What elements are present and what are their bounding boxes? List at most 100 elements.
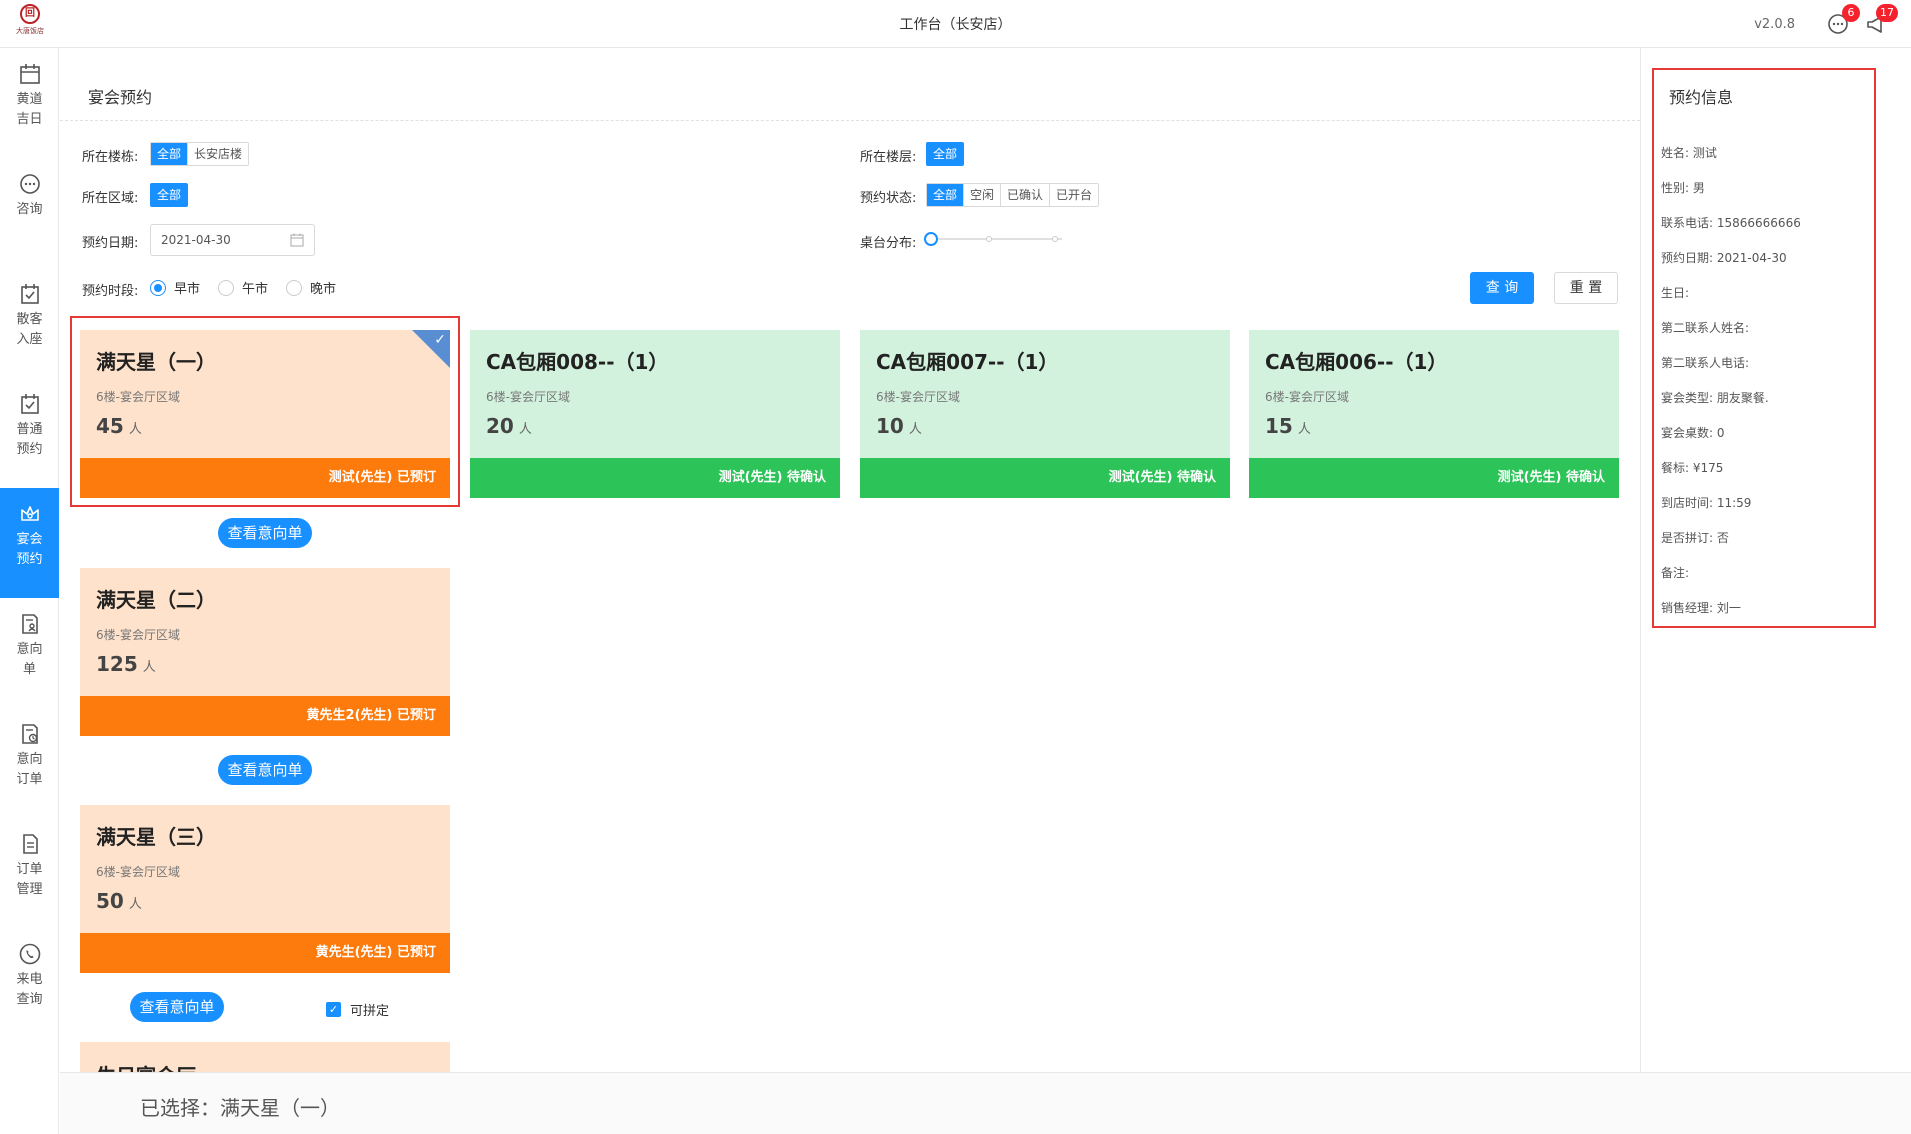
status-option-confirmed[interactable]: 已确认 (1001, 184, 1051, 206)
room-capacity: 125 人 (96, 652, 156, 676)
room-area: 6楼-宴会厅区域 (96, 628, 180, 642)
room-card-body: CA包厢008--（1） 6楼-宴会厅区域 20 人 (470, 330, 840, 458)
building-filter: 全部 长安店楼 (150, 142, 250, 166)
room-card-ca006[interactable]: CA包厢006--（1） 6楼-宴会厅区域 15 人 测试(先生) 待确认 (1249, 330, 1619, 498)
status-option-free[interactable]: 空闲 (964, 184, 1002, 206)
info-arrival-time: 到店时间: 11:59 (1661, 496, 1752, 510)
nav-item-consult[interactable]: 咨询 (0, 158, 59, 268)
status-option-all[interactable]: 全部 (927, 184, 965, 206)
room-card-body: CA包厢007--（1） 6楼-宴会厅区域 10 人 (860, 330, 1230, 458)
reset-button[interactable]: 重 置 (1554, 272, 1618, 304)
message-button[interactable]: 6 (1826, 4, 1860, 36)
top-bar: 回 大唐饭店 工作台（长安店） v2.0.8 6 17 (0, 0, 1911, 48)
area-filter-label: 所在区域: (82, 191, 139, 206)
calendar-icon (19, 64, 40, 84)
info-phone: 联系电话: 15866666666 (1661, 216, 1801, 230)
message-badge: 6 (1842, 4, 1860, 22)
radio-circle (286, 279, 302, 296)
area-option-all[interactable]: 全部 (151, 184, 188, 206)
chat-icon (19, 174, 40, 194)
room-status: 测试(先生) 待确认 (1249, 458, 1619, 498)
view-intent-button[interactable]: 查看意向单 (218, 755, 312, 785)
combinable-label: 可拼定 (350, 1004, 390, 1019)
crown-icon (20, 506, 39, 521)
nav-item-intent-order[interactable]: 意向订单 (0, 708, 59, 818)
period-option-evening[interactable]: 晚市 (286, 278, 336, 297)
slider-stop (1052, 236, 1058, 242)
booking-info-panel: 预约信息 姓名: 测试 性别: 男 联系电话: 15866666666 预约日期… (1640, 48, 1911, 1072)
info-second-contact-phone: 第二联系人电话: (1661, 356, 1750, 370)
nav-item-walk-in[interactable]: 散客入座 (0, 268, 59, 378)
room-status: 测试(先生) 待确认 (860, 458, 1230, 498)
selected-room-text: 已选择：满天星（一） (140, 1096, 340, 1120)
version-label: v2.0.8 (1754, 17, 1795, 32)
document-person-icon (21, 614, 38, 634)
room-capacity: 20 人 (486, 414, 532, 438)
radio-circle (150, 279, 166, 296)
nav-label: 黄道吉日 (16, 92, 43, 127)
info-banquet-type: 宴会类型: 朋友聚餐. (1661, 391, 1769, 405)
room-card-body: 满天星（三） 6楼-宴会厅区域 50 人 (80, 805, 450, 933)
search-button[interactable]: 查 询 (1470, 272, 1534, 304)
view-intent-button[interactable]: 查看意向单 (218, 518, 312, 548)
slider-handle[interactable] (924, 232, 938, 246)
room-capacity: 15 人 (1265, 414, 1311, 438)
radio-label: 早市 (174, 282, 201, 297)
room-status: 测试(先生) 待确认 (470, 458, 840, 498)
nav-label: 来电查询 (16, 972, 43, 1007)
nav-item-intent-list[interactable]: 意向单 (0, 598, 59, 708)
room-status: 黄先生(先生) 已预订 (80, 933, 450, 973)
notice-button[interactable]: 17 (1864, 4, 1898, 36)
table-distribution-slider[interactable] (924, 232, 1062, 246)
room-card-mantianxing-2[interactable]: 满天星（二） 6楼-宴会厅区域 125 人 黄先生2(先生) 已预订 (80, 568, 450, 736)
status-filter-label: 预约状态: (860, 191, 917, 206)
room-capacity: 10 人 (876, 414, 922, 438)
room-card-mantianxing-3[interactable]: 满天星（三） 6楼-宴会厅区域 50 人 黄先生(先生) 已预订 (80, 805, 450, 973)
floor-filter: 全部 (926, 142, 965, 166)
room-card-ca008[interactable]: CA包厢008--（1） 6楼-宴会厅区域 20 人 测试(先生) 待确认 (470, 330, 840, 498)
nav-label: 宴会预约 (16, 532, 43, 567)
room-name: 生日宴会厅 (96, 1060, 196, 1072)
period-option-noon[interactable]: 午市 (218, 278, 268, 297)
info-shared-booking: 是否拼订: 否 (1661, 531, 1729, 545)
nav-item-banquet-booking[interactable]: 宴会预约 (0, 488, 59, 598)
room-name: 满天星（三） (96, 825, 216, 849)
status-option-opened[interactable]: 已开台 (1050, 184, 1098, 206)
title-divider (60, 120, 1640, 121)
info-meal-standard: 餐标: ¥175 (1661, 461, 1724, 475)
booking-info-title: 预约信息 (1669, 88, 1734, 107)
combinable-checkbox[interactable]: ✓ 可拼定 (326, 1000, 389, 1019)
phone-icon (19, 943, 40, 965)
room-card-ca007[interactable]: CA包厢007--（1） 6楼-宴会厅区域 10 人 测试(先生) 待确认 (860, 330, 1230, 498)
building-option-changan[interactable]: 长安店楼 (188, 143, 248, 165)
page-title: 宴会预约 (88, 88, 153, 107)
selection-bar: 已选择：满天星（一） (60, 1072, 1911, 1134)
date-value: 2021-04-30 (161, 233, 231, 247)
floor-filter-label: 所在楼层: (860, 150, 917, 165)
view-intent-button[interactable]: 查看意向单 (130, 992, 224, 1022)
info-notes: 备注: (1661, 566, 1690, 580)
calendar-check-icon (20, 394, 39, 414)
building-option-all[interactable]: 全部 (151, 143, 189, 165)
nav-item-order-management[interactable]: 订单管理 (0, 818, 59, 928)
room-card-body: CA包厢006--（1） 6楼-宴会厅区域 15 人 (1249, 330, 1619, 458)
calendar-icon (290, 233, 304, 247)
room-capacity: 50 人 (96, 889, 142, 913)
floor-option-all[interactable]: 全部 (927, 143, 964, 165)
info-date: 预约日期: 2021-04-30 (1661, 251, 1787, 265)
building-filter-label: 所在楼栋: (82, 150, 139, 165)
checkbox-check-icon: ✓ (326, 1002, 341, 1017)
nav-item-normal-booking[interactable]: 普通预约 (0, 378, 59, 488)
app-title: 工作台（长安店） (899, 17, 1012, 33)
info-gender: 性别: 男 (1661, 181, 1705, 195)
date-picker[interactable]: 2021-04-30 (150, 224, 315, 256)
period-option-morning[interactable]: 早市 (150, 278, 200, 297)
nav-item-call-lookup[interactable]: 来电查询 (0, 928, 59, 1038)
nav-label: 意向订单 (16, 752, 43, 787)
main-content: 宴会预约 所在楼栋: 全部 长安店楼 所在楼层: 全部 所在区域: 全部 预约状… (60, 48, 1640, 1072)
info-table-count: 宴会桌数: 0 (1661, 426, 1725, 440)
room-card-body: 生日宴会厅 (80, 1042, 450, 1072)
nav-item-auspicious-days[interactable]: 黄道吉日 (0, 48, 59, 158)
room-card-birthday-hall[interactable]: 生日宴会厅 (80, 1042, 450, 1072)
room-area: 6楼-宴会厅区域 (1265, 390, 1349, 404)
